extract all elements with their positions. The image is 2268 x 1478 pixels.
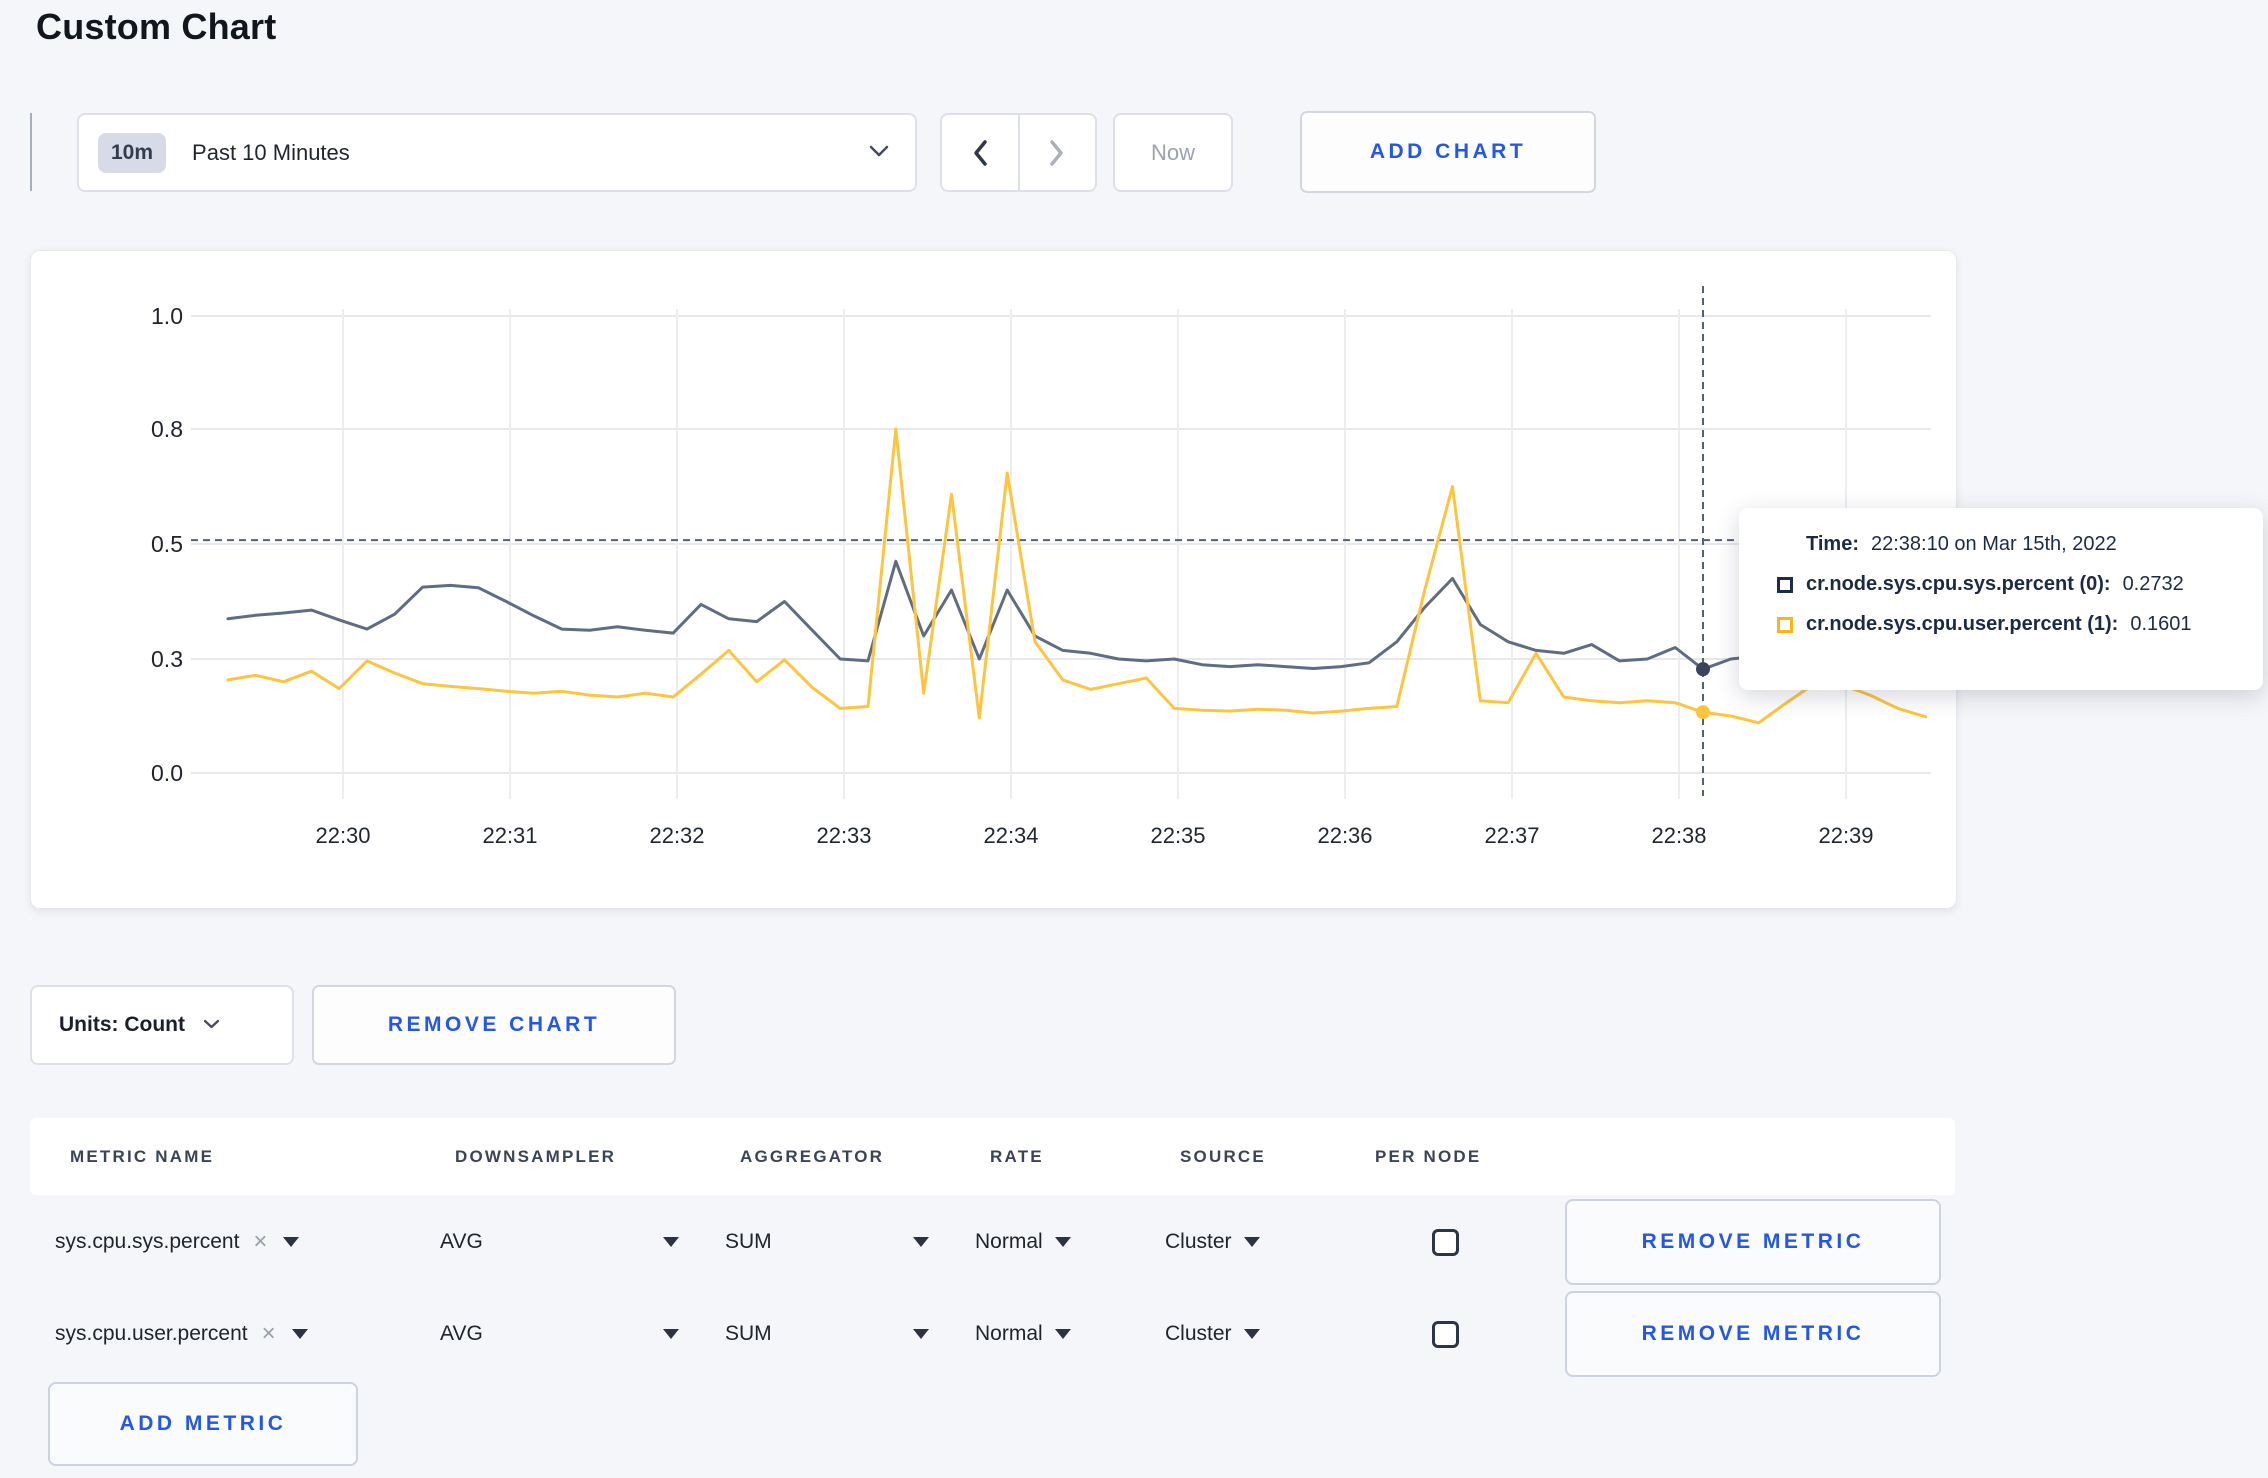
dropdown-caret-icon xyxy=(1054,1237,1071,1247)
remove-chart-label: REMOVE CHART xyxy=(387,1013,601,1036)
metrics-table-header: METRIC NAME DOWNSAMPLER AGGREGATOR RATE … xyxy=(30,1118,1955,1195)
header-aggregator: AGGREGATOR xyxy=(740,1146,885,1166)
aggregator-dropdown[interactable]: SUM xyxy=(725,1322,975,1346)
metric-row: sys.cpu.sys.percent × AVG SUM Normal Clu… xyxy=(30,1196,1955,1288)
x-tick-label: 22:37 xyxy=(1484,823,1539,848)
tooltip-time-label: Time: xyxy=(1806,533,1859,555)
remove-chart-button[interactable]: REMOVE CHART xyxy=(312,985,676,1065)
remove-metric-label: REMOVE METRIC xyxy=(1641,1322,1865,1345)
header-per-node: PER NODE xyxy=(1375,1146,1482,1166)
downsampler-value: AVG xyxy=(440,1322,483,1345)
y-tick-label: 1.0 xyxy=(151,303,183,329)
clear-metric-icon[interactable]: × xyxy=(253,1228,267,1256)
source-value: Cluster xyxy=(1165,1230,1232,1253)
x-tick-label: 22:30 xyxy=(315,823,370,848)
tooltip-time-value: 22:38:10 on Mar 15th, 2022 xyxy=(1870,533,2117,555)
header-rate: RATE xyxy=(990,1146,1044,1166)
add-chart-label: ADD CHART xyxy=(1369,140,1527,163)
aggregator-value: SUM xyxy=(725,1230,772,1253)
add-metric-label: ADD METRIC xyxy=(119,1412,287,1435)
series-line-cr.node.sys.cpu.sys.percent xyxy=(226,559,1928,671)
chart-card: 0.0 0.3 0.5 0.8 1.0 22:30 22:31 22:32 22:33 22:34… xyxy=(30,250,1957,909)
metric-name-value: sys.cpu.user.percent xyxy=(55,1322,248,1345)
timeseries-chart[interactable]: 0.0 0.3 0.5 0.8 1.0 22:30 22:31 22:32 22:33 22:34… xyxy=(31,251,1956,908)
add-chart-button[interactable]: ADD CHART xyxy=(1300,111,1596,193)
remove-metric-button[interactable]: REMOVE METRIC xyxy=(1565,1199,1941,1285)
dropdown-caret-icon xyxy=(1243,1237,1260,1247)
now-button[interactable]: Now xyxy=(1113,113,1233,192)
per-node-checkbox[interactable] xyxy=(1432,1228,1459,1256)
next-time-button[interactable] xyxy=(1020,115,1096,190)
metric-name-dropdown[interactable]: sys.cpu.user.percent × xyxy=(55,1320,440,1348)
aggregator-value: SUM xyxy=(725,1322,772,1345)
x-tick-label: 22:33 xyxy=(816,823,871,848)
time-range-select[interactable]: 10m Past 10 Minutes xyxy=(77,113,917,192)
units-select-label: Units: Count xyxy=(59,1013,185,1036)
y-tick-label: 0.8 xyxy=(151,416,183,442)
remove-metric-label: REMOVE METRIC xyxy=(1641,1230,1865,1253)
time-nav-group xyxy=(940,113,1097,192)
aggregator-dropdown[interactable]: SUM xyxy=(725,1230,975,1254)
chevron-down-icon xyxy=(869,144,889,162)
y-tick-label: 0.5 xyxy=(151,531,183,557)
y-tick-label: 0.0 xyxy=(151,760,183,786)
time-range-label: Past 10 Minutes xyxy=(192,139,350,165)
x-tick-label: 22:39 xyxy=(1818,823,1873,848)
source-dropdown[interactable]: Cluster xyxy=(1165,1322,1360,1346)
tooltip-sys-value: 0.2732 xyxy=(2122,573,2184,595)
rate-value: Normal xyxy=(975,1230,1043,1253)
source-value: Cluster xyxy=(1165,1322,1232,1345)
toolbar-left-divider xyxy=(30,113,32,191)
rate-dropdown[interactable]: Normal xyxy=(975,1230,1165,1254)
dropdown-caret-icon xyxy=(663,1329,679,1339)
dropdown-caret-icon xyxy=(663,1237,679,1247)
x-tick-label: 22:34 xyxy=(983,823,1038,848)
tooltip-sys-label: cr.node.sys.cpu.sys.percent (0): xyxy=(1806,573,2111,595)
chart-tooltip: Time: 22:38:10 on Mar 15th, 2022 cr.node… xyxy=(1739,508,2263,690)
dropdown-caret-icon xyxy=(913,1237,929,1247)
header-source: SOURCE xyxy=(1180,1146,1266,1166)
header-downsampler: DOWNSAMPLER xyxy=(455,1146,617,1166)
rate-dropdown[interactable]: Normal xyxy=(975,1322,1165,1346)
x-tick-label: 22:35 xyxy=(1150,823,1205,848)
metric-row: sys.cpu.user.percent × AVG SUM Normal Cl… xyxy=(30,1288,1955,1380)
dropdown-caret-icon xyxy=(291,1329,308,1339)
per-node-checkbox[interactable] xyxy=(1432,1320,1459,1348)
clear-metric-icon[interactable]: × xyxy=(262,1320,276,1348)
downsampler-dropdown[interactable]: AVG xyxy=(440,1230,725,1254)
metric-name-value: sys.cpu.sys.percent xyxy=(55,1230,240,1253)
downsampler-dropdown[interactable]: AVG xyxy=(440,1322,725,1346)
metric-name-dropdown[interactable]: sys.cpu.sys.percent × xyxy=(55,1228,440,1256)
rate-value: Normal xyxy=(975,1322,1043,1345)
x-tick-label: 22:38 xyxy=(1651,823,1706,848)
time-range-badge: 10m xyxy=(98,132,167,173)
user-hover-dot xyxy=(1696,705,1710,720)
tooltip-user-label: cr.node.sys.cpu.user.percent (1): xyxy=(1806,613,2119,635)
page-title: Custom Chart xyxy=(36,6,277,47)
units-select[interactable]: Units: Count xyxy=(30,985,294,1065)
add-metric-button[interactable]: ADD METRIC xyxy=(48,1382,358,1466)
sys-series-swatch-icon xyxy=(1777,576,1793,593)
x-tick-label: 22:31 xyxy=(482,823,537,848)
source-dropdown[interactable]: Cluster xyxy=(1165,1230,1360,1254)
tooltip-user-value: 0.1601 xyxy=(2130,613,2192,635)
prev-time-button[interactable] xyxy=(942,115,1020,190)
series-line-cr.node.sys.cpu.user.percent xyxy=(226,427,1928,725)
dropdown-caret-icon xyxy=(1243,1329,1260,1339)
dropdown-caret-icon xyxy=(913,1329,929,1339)
x-tick-label: 22:32 xyxy=(649,823,704,848)
chevron-down-icon xyxy=(203,1016,220,1034)
remove-metric-button[interactable]: REMOVE METRIC xyxy=(1565,1291,1941,1377)
now-button-label: Now xyxy=(1150,139,1195,165)
dropdown-caret-icon xyxy=(283,1237,300,1247)
sys-hover-dot xyxy=(1696,662,1710,677)
user-series-swatch-icon xyxy=(1777,616,1793,633)
header-metric-name: METRIC NAME xyxy=(70,1146,215,1166)
y-tick-label: 0.3 xyxy=(151,646,183,672)
downsampler-value: AVG xyxy=(440,1230,483,1253)
dropdown-caret-icon xyxy=(1054,1329,1071,1339)
x-tick-label: 22:36 xyxy=(1317,823,1372,848)
